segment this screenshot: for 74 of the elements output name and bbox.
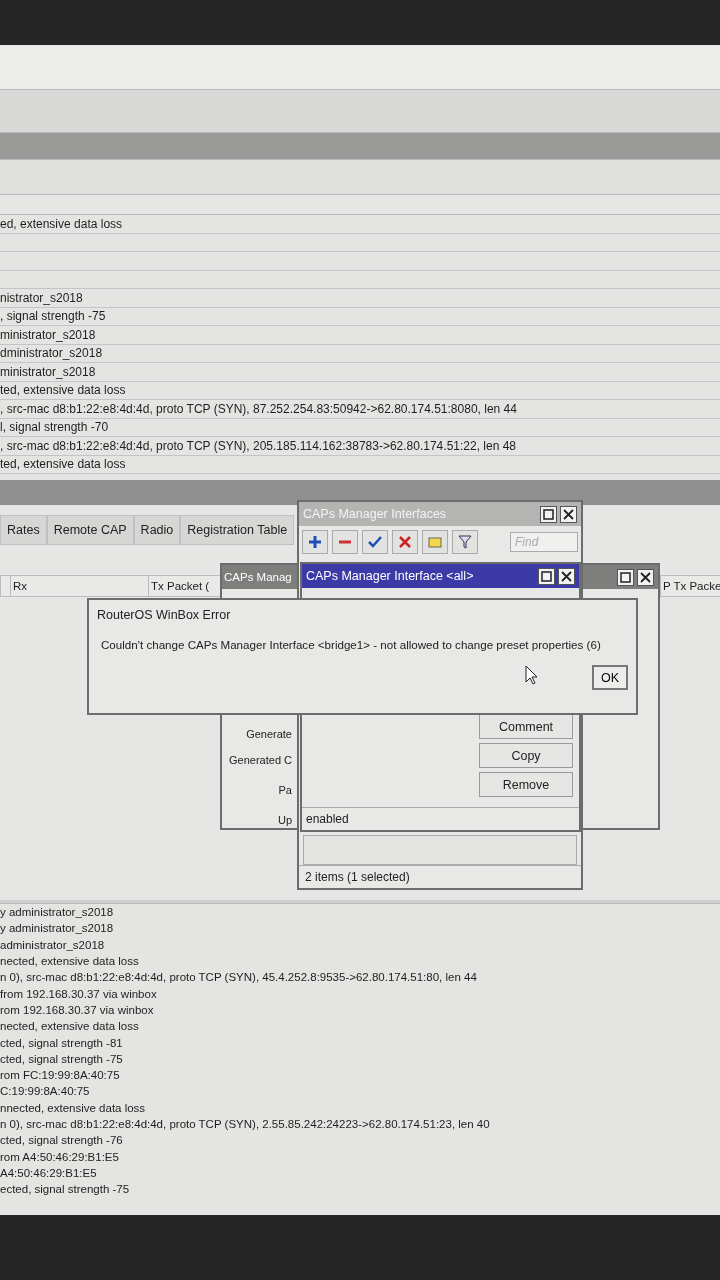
log-entry: from 192.168.30.37 via winbox: [0, 987, 157, 1000]
log-entry: cted, signal strength -81: [0, 1036, 123, 1049]
close-button[interactable]: [558, 567, 575, 585]
dialog-button[interactable]: Remove: [479, 772, 573, 797]
find-field[interactable]: Find: [510, 532, 578, 552]
log-entry: rom A4:50:46:29:B1:E5: [0, 1150, 119, 1163]
log-entry: n 0), src-mac d8:b1:22:e8:4d:4d, proto TCP (SYN), 2.55.85.242:24223->62.80.174.51:23, len 40: [0, 1118, 490, 1130]
log-entry: C:19:99:8A:40:75: [0, 1085, 90, 1098]
toolbar-button[interactable]: [332, 530, 358, 554]
status-text: enabled: [302, 807, 579, 830]
column-header: Rx: [10, 576, 148, 596]
filter-icon: [457, 534, 473, 550]
tab[interactable]: Registration Table: [180, 515, 295, 545]
log-entry: ted, extensive data loss: [0, 383, 126, 398]
log-entry: nected, extensive data loss: [0, 955, 139, 968]
log-entry: ted, extensive data loss: [0, 457, 126, 472]
log-entry: , signal strength -75: [0, 309, 106, 324]
log-entry: y administrator_s2018: [0, 906, 114, 919]
log-entry: administrator_s2018: [0, 938, 105, 951]
input-field[interactable]: [303, 835, 577, 865]
field-label: Generate: [246, 728, 292, 740]
close-button[interactable]: [637, 568, 654, 586]
close-button[interactable]: [560, 505, 577, 523]
maximize-icon: [543, 508, 554, 520]
maximize-button[interactable]: [540, 505, 557, 523]
tab[interactable]: Radio: [133, 515, 181, 545]
cursor-icon: [525, 665, 539, 685]
log-entry: y administrator_s2018: [0, 922, 114, 935]
maximize-icon: [541, 570, 552, 582]
log-entry: ected, signal strength -75: [0, 1183, 130, 1196]
toolbar-button[interactable]: [452, 530, 478, 554]
field-label: Up: [277, 814, 292, 826]
log-entry: rom FC:19:99:8A:40:75: [0, 1069, 120, 1082]
log-entry: ed, extensive data loss: [0, 216, 123, 231]
log-entry: l, signal strength -70: [0, 420, 109, 435]
log-entry: A4:50:46:29:B1:E5: [0, 1166, 97, 1179]
close-icon: [561, 570, 572, 582]
log-entry: nected, extensive data loss: [0, 1020, 139, 1033]
log-entry: n 0), src-mac d8:b1:22:e8:4d:4d, proto TCP (SYN), 45.4.252.8:9535->62.80.174.51:80, len 44: [0, 971, 477, 984]
dialog-button[interactable]: Comment: [479, 714, 573, 739]
toolbar-button[interactable]: [362, 530, 388, 554]
log-entry: nnected, extensive data loss: [0, 1101, 146, 1114]
dialog-button[interactable]: Copy: [479, 743, 573, 768]
field-label: Generated C: [229, 754, 292, 766]
toolbar-button[interactable]: [392, 530, 418, 554]
maximize-button[interactable]: [617, 568, 634, 586]
log-entry: cted, signal strength -75: [0, 1052, 123, 1065]
toolbar-button[interactable]: [302, 530, 328, 554]
log-entry: , src-mac d8:b1:22:e8:4d:4d, proto TCP (SYN), 87.252.254.83:50942->62.80.174.51:8080, len 44: [0, 401, 517, 416]
tab[interactable]: Rates: [0, 515, 47, 545]
log-entry: cted, signal strength -76: [0, 1134, 123, 1147]
window-title: CAPs Manag: [224, 571, 292, 583]
tab[interactable]: Remote CAP: [46, 515, 134, 545]
field-label: Pa: [278, 784, 292, 796]
note-icon: [427, 534, 443, 550]
close-icon: [640, 571, 651, 583]
status-text: 2 items (1 selected): [299, 865, 581, 888]
maximize-button[interactable]: [538, 567, 555, 585]
log-entry: ministrator_s2018: [0, 364, 96, 379]
maximize-icon: [620, 571, 631, 583]
plus-icon: [307, 534, 323, 550]
window-title: CAPs Manager Interfaces: [303, 507, 447, 521]
close-icon: [563, 508, 574, 520]
cross-icon: [397, 534, 413, 550]
log-entry: ministrator_s2018: [0, 327, 96, 342]
check-icon: [367, 534, 383, 550]
log-entry: , src-mac d8:b1:22:e8:4d:4d, proto TCP (SYN), 205.185.114.162:38783->62.80.174.51:22, len 48: [0, 438, 517, 453]
error-message: Couldn't change CAPs Manager Interface <bridge1> - not allowed to change preset properties (6): [100, 637, 602, 651]
ok-button[interactable]: OK: [592, 665, 628, 690]
log-entry: rom 192.168.30.37 via winbox: [0, 1003, 154, 1016]
log-entry: nistrator_s2018: [0, 290, 83, 305]
log-entry: dministrator_s2018: [0, 346, 103, 361]
dialog-title: CAPs Manager Interface <all>: [306, 569, 474, 583]
dialog-title: RouterOS WinBox Error: [96, 607, 232, 624]
